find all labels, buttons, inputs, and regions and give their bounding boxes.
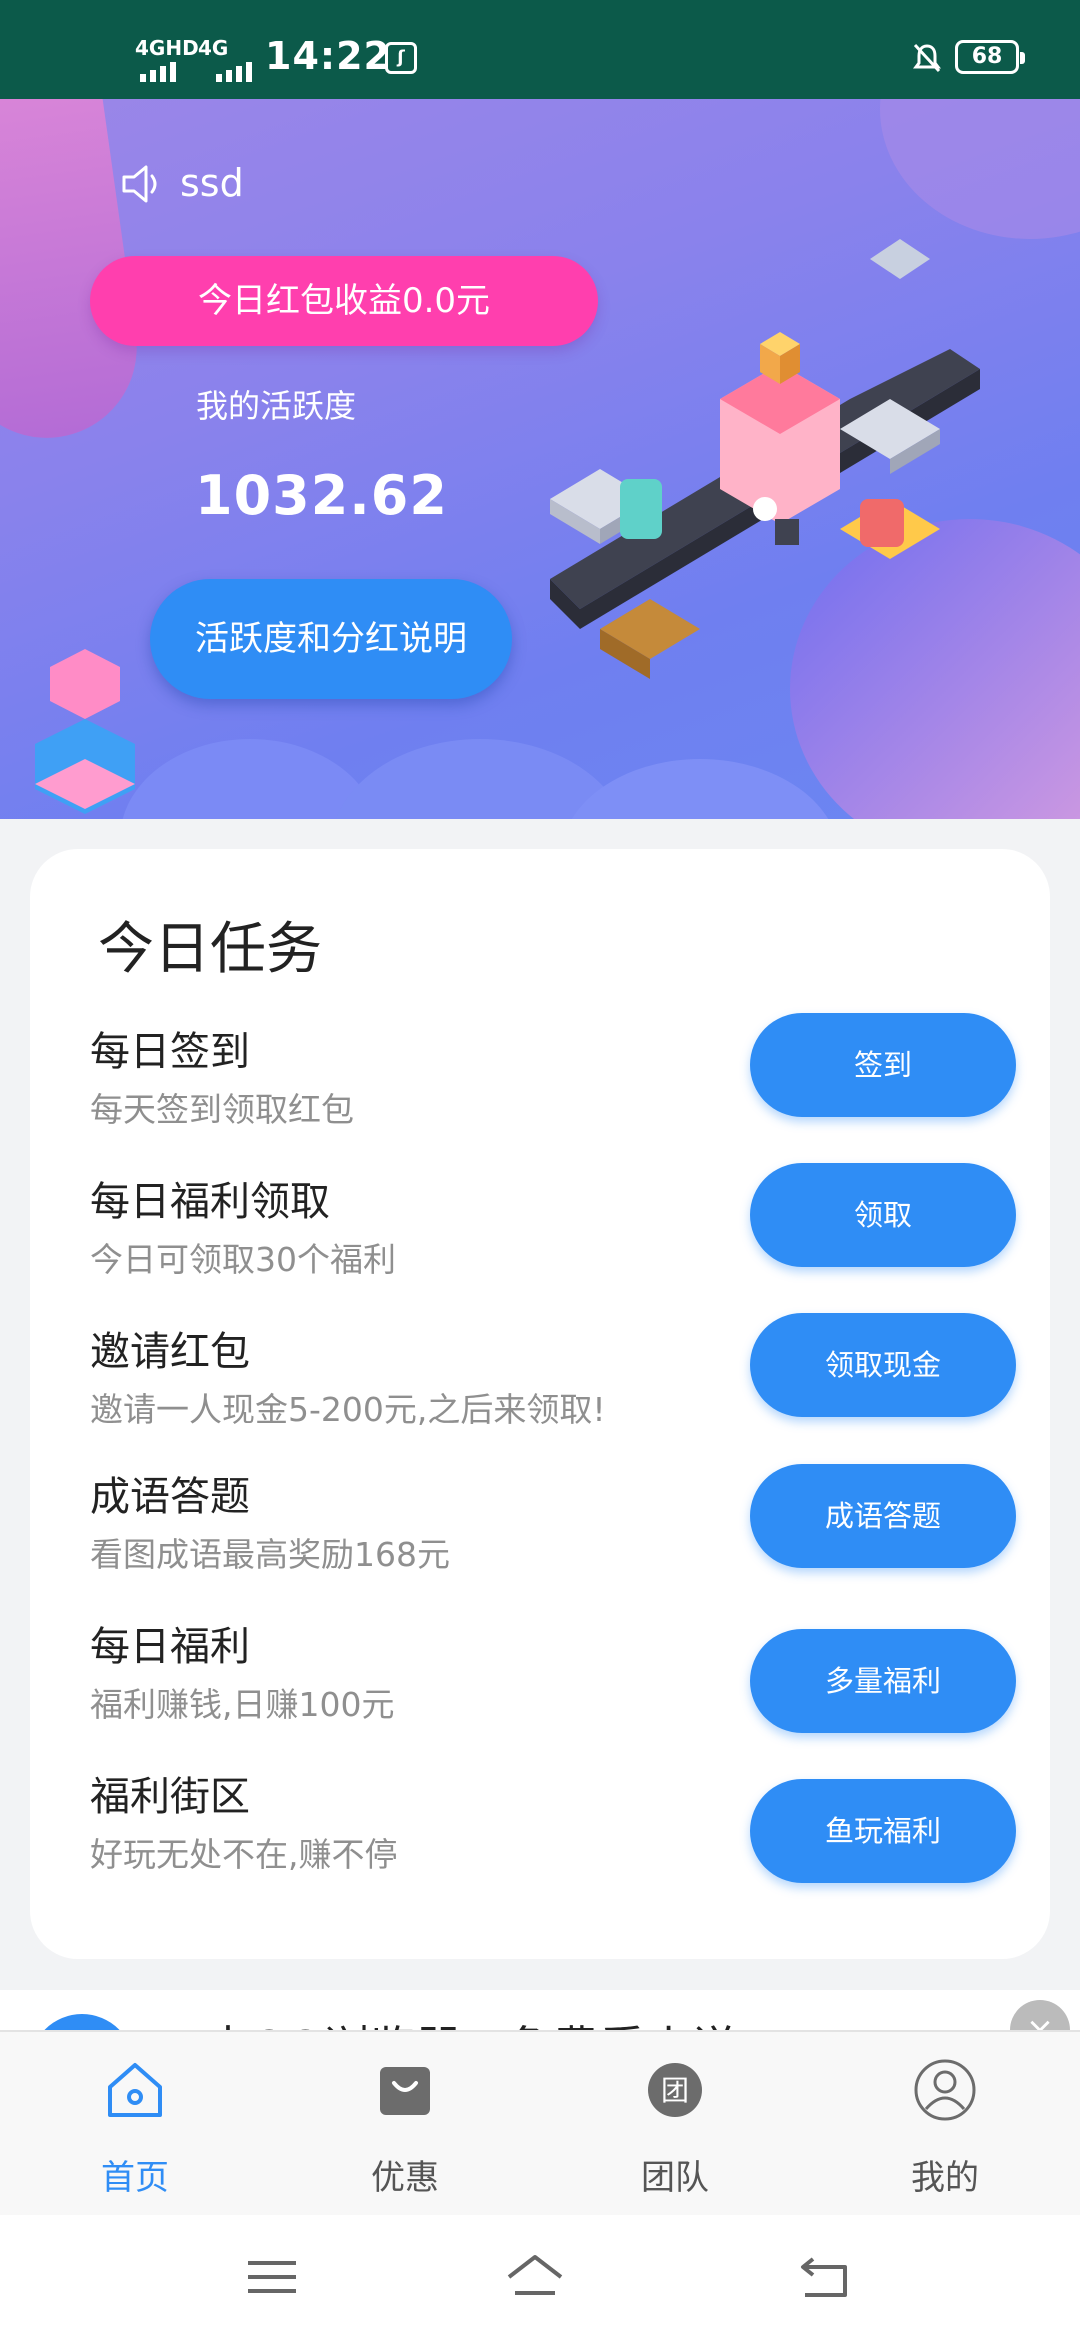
task-desc: 邀请一人现金5-200元,之后来领取! xyxy=(90,1390,606,1429)
task-desc: 看图成语最高奖励168元 xyxy=(90,1535,450,1574)
hero-banner: ssd 今日红包收益0.0元 我的活跃度 1032.62 活跃度和分红说明 xyxy=(0,99,1080,819)
task-desc: 每天签到领取红包 xyxy=(90,1090,354,1129)
isometric-illustration xyxy=(550,239,980,679)
task-desc: 好玩无处不在,赚不停 xyxy=(90,1835,398,1874)
fish-play-welfare-button[interactable]: 鱼玩福利 xyxy=(750,1779,1016,1883)
bottom-nav: 首页 优惠 团 团队 我的 xyxy=(0,2030,1080,2215)
activity-value: 1032.62 xyxy=(195,464,448,527)
tasks-title: 今日任务 xyxy=(98,917,322,982)
username: ssd xyxy=(180,161,244,205)
promo-banner[interactable]: 来QQ浏览器，免费看小说 xyxy=(0,1990,1080,2030)
task-name: 每日福利领取 xyxy=(90,1179,330,1225)
activity-explain-button[interactable]: 活跃度和分红说明 xyxy=(150,579,512,699)
checkin-button[interactable]: 签到 xyxy=(750,1013,1016,1117)
signal-label-2: 4G xyxy=(198,36,229,60)
promo-text: 来QQ浏览器，免费看小说 xyxy=(205,2012,737,2030)
task-row-idiom-quiz: 成语答题 看图成语最高奖励168元 成语答题 xyxy=(30,1464,1050,1614)
claim-button[interactable]: 领取 xyxy=(750,1163,1016,1267)
task-desc: 今日可领取30个福利 xyxy=(90,1240,396,1279)
claim-cash-button[interactable]: 领取现金 xyxy=(750,1313,1016,1417)
speaker-icon xyxy=(122,165,157,203)
nav-label: 我的 xyxy=(911,2158,979,2198)
task-name: 邀请红包 xyxy=(90,1329,250,1375)
decor-blob xyxy=(560,759,840,819)
task-row-welfare: 每日福利 福利赚钱,日赚100元 多量福利 xyxy=(30,1614,1050,1764)
nav-item-deals[interactable]: 优惠 xyxy=(270,2032,540,2217)
nav-item-team[interactable]: 团 团队 xyxy=(540,2032,810,2217)
nav-item-me[interactable]: 我的 xyxy=(810,2032,1080,2217)
task-row-daily-welfare: 每日福利领取 今日可领取30个福利 领取 xyxy=(30,1163,1050,1319)
home-icon[interactable] xyxy=(505,2247,565,2307)
cube-stack-decor xyxy=(35,649,135,814)
idiom-quiz-button[interactable]: 成语答题 xyxy=(750,1464,1016,1568)
home-icon xyxy=(108,2063,162,2117)
task-name: 成语答题 xyxy=(90,1474,250,1520)
profile-icon xyxy=(914,2059,976,2121)
task-row-checkin: 每日签到 每天签到领取红包 签到 xyxy=(30,1013,1050,1169)
task-name: 福利街区 xyxy=(90,1774,250,1820)
nav-item-home[interactable]: 首页 xyxy=(0,2032,270,2217)
status-bar: 4GHD 4G 14:22 ʃ 68 xyxy=(0,0,1080,99)
daily-tasks-card: 今日任务 每日签到 每天签到领取红包 签到 每日福利领取 今日可领取30个福利 … xyxy=(30,849,1050,1959)
back-icon[interactable] xyxy=(795,2247,855,2307)
signal-bars-icon-1 xyxy=(140,62,176,82)
task-name: 每日签到 xyxy=(90,1029,250,1075)
activity-label: 我的活跃度 xyxy=(196,387,357,425)
team-icon: 团 xyxy=(648,2063,702,2117)
promo-logo-icon xyxy=(30,2014,134,2030)
task-row-invite: 邀请红包 邀请一人现金5-200元,之后来领取! 领取现金 xyxy=(30,1313,1050,1469)
more-welfare-button[interactable]: 多量福利 xyxy=(750,1629,1016,1733)
svg-text:团: 团 xyxy=(661,2074,689,2107)
system-nav-bar xyxy=(0,2215,1080,2340)
nav-label: 团队 xyxy=(641,2158,709,2198)
task-desc: 福利赚钱,日赚100元 xyxy=(90,1685,395,1724)
app-notification-icon: ʃ xyxy=(385,42,417,74)
task-name: 每日福利 xyxy=(90,1624,250,1670)
clock: 14:22 xyxy=(265,34,391,78)
nav-label: 优惠 xyxy=(371,2158,439,2198)
signal-label-1: 4GHD xyxy=(135,36,199,60)
battery-indicator: 68 xyxy=(955,40,1025,74)
menu-icon[interactable] xyxy=(242,2247,302,2307)
bell-muted-icon xyxy=(913,43,941,73)
shopping-bag-icon xyxy=(380,2067,430,2115)
nav-label: 首页 xyxy=(101,2158,169,2198)
task-row-welfare-street: 福利街区 好玩无处不在,赚不停 鱼玩福利 xyxy=(30,1764,1050,1914)
signal-bars-icon-2 xyxy=(216,62,252,82)
